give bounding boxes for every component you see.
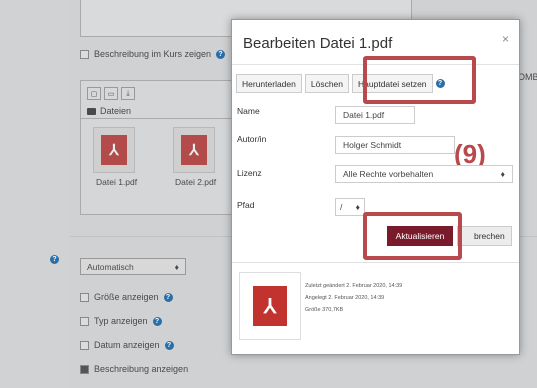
author-label: Autor/in xyxy=(237,134,267,144)
show-size-checkbox[interactable] xyxy=(80,292,89,302)
display-select-value: Automatisch xyxy=(87,261,134,272)
show-description-display-checkbox[interactable] xyxy=(80,364,89,374)
chevron-down-icon: ♦ xyxy=(355,202,360,212)
info-size: Größe 370,7KB xyxy=(305,307,344,313)
files-folder-header: Dateien xyxy=(87,106,131,116)
option-label: Typ anzeigen xyxy=(94,316,148,326)
help-icon[interactable]: ? xyxy=(216,49,226,59)
folder-icon xyxy=(87,107,96,115)
license-label: Lizenz xyxy=(237,168,262,178)
file-name: Datei 2.pdf xyxy=(175,177,217,187)
file-item-datei-2[interactable]: ⅄ xyxy=(173,127,215,173)
file-item-datei-1[interactable]: ⅄ xyxy=(93,127,135,173)
path-select-value: / xyxy=(340,202,343,212)
files-header-label: Dateien xyxy=(100,106,132,116)
name-input[interactable]: Datei 1.pdf xyxy=(335,106,415,124)
file-preview: ⅄ xyxy=(239,272,301,340)
edit-file-dialog: Bearbeiten Datei 1.pdf × Herunterladen L… xyxy=(231,19,520,355)
option-label: Größe anzeigen xyxy=(94,292,159,302)
name-label: Name xyxy=(237,106,260,116)
help-icon[interactable]: ? xyxy=(152,316,162,326)
option-show-description: Beschreibung anzeigen xyxy=(80,364,188,374)
chevron-down-icon: ♦ xyxy=(500,169,505,179)
info-modified: Zuletzt geändert 2. Februar 2020, 14:39 xyxy=(305,283,403,289)
delete-button[interactable]: Löschen xyxy=(304,74,350,93)
file-manager: ▢ ▭ ⤓ Dateien ⅄ Datei 1.pdf ⅄ Datei 2.pd… xyxy=(80,80,242,215)
option-show-type: Typ anzeigen ? xyxy=(80,316,162,326)
download-icon[interactable]: ⤓ xyxy=(121,87,135,100)
close-icon[interactable]: × xyxy=(502,32,509,46)
author-input[interactable]: Holger Schmidt xyxy=(335,136,455,154)
path-select[interactable]: / ♦ xyxy=(335,198,365,216)
path-label: Pfad xyxy=(237,200,255,210)
show-date-checkbox[interactable] xyxy=(80,340,89,350)
highlight-frame xyxy=(363,56,476,104)
option-label: Beschreibung anzeigen xyxy=(94,364,189,374)
pdf-icon: ⅄ xyxy=(101,135,127,165)
info-created: Angelegt 2. Februar 2020, 14:39 xyxy=(305,295,385,301)
option-show-size: Größe anzeigen ? xyxy=(80,292,173,302)
help-icon[interactable]: ? xyxy=(164,340,174,350)
new-file-icon[interactable]: ▢ xyxy=(87,87,101,100)
license-select-value: Alle Rechte vorbehalten xyxy=(343,169,434,179)
chevron-down-icon: ♦ xyxy=(174,261,179,272)
divider xyxy=(232,262,519,263)
download-button[interactable]: Herunterladen xyxy=(236,74,302,93)
show-description-label: Beschreibung im Kurs zeigen xyxy=(94,49,212,59)
option-label: Datum anzeigen xyxy=(94,340,160,350)
display-select[interactable]: Automatisch ♦ xyxy=(80,258,186,275)
cancel-button-label: brechen xyxy=(474,231,505,241)
file-manager-toolbar: ▢ ▭ ⤓ xyxy=(87,87,135,100)
show-type-checkbox[interactable] xyxy=(80,316,89,326)
license-select[interactable]: Alle Rechte vorbehalten ♦ xyxy=(335,165,513,183)
highlight-frame xyxy=(363,212,462,260)
pdf-icon: ⅄ xyxy=(181,135,207,165)
show-description-row: Beschreibung im Kurs zeigen ? xyxy=(80,49,226,59)
help-icon[interactable]: ? xyxy=(50,255,59,264)
divider xyxy=(81,118,241,119)
show-description-checkbox[interactable] xyxy=(80,49,89,59)
file-name: Datei 1.pdf xyxy=(96,177,138,187)
edge-text: OMB xyxy=(518,72,537,82)
cancel-button[interactable]: brechen xyxy=(457,226,512,246)
new-folder-icon[interactable]: ▭ xyxy=(104,87,118,100)
option-show-date: Datum anzeigen ? xyxy=(80,340,174,350)
help-icon[interactable]: ? xyxy=(163,292,173,302)
dialog-title: Bearbeiten Datei 1.pdf xyxy=(243,35,393,52)
pdf-icon: ⅄ xyxy=(253,286,287,326)
